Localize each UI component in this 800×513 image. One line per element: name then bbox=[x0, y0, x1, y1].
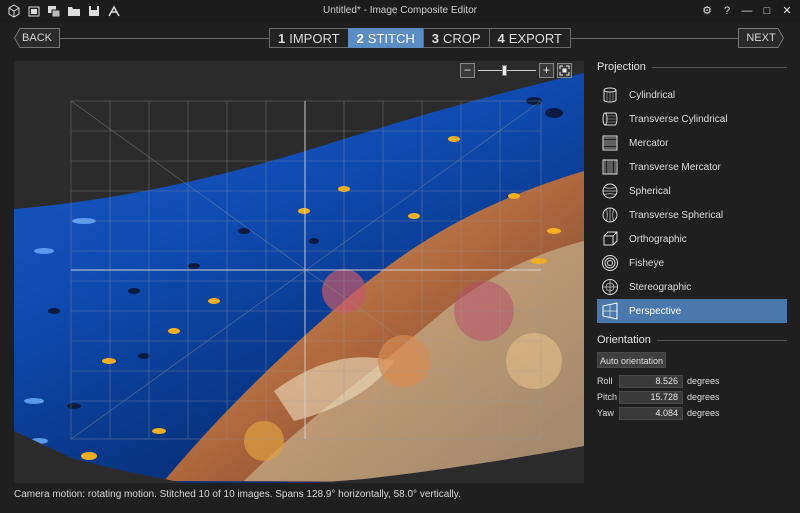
zoom-slider[interactable] bbox=[478, 63, 536, 78]
orientation-title: Orientation bbox=[597, 334, 651, 346]
header-divider bbox=[651, 66, 787, 68]
zoom-controls: − + bbox=[460, 63, 572, 78]
mercator-icon bbox=[602, 135, 618, 151]
roll-row: Roll 8.526 degrees bbox=[597, 374, 720, 388]
orientation-section: Orientation bbox=[597, 334, 787, 346]
next-label: NEXT bbox=[746, 32, 776, 44]
pitch-row: Pitch 15.728 degrees bbox=[597, 390, 720, 404]
fisheye-icon bbox=[602, 255, 618, 271]
window-title: Untitled* - Image Composite Editor bbox=[323, 5, 477, 16]
back-label: BACK bbox=[22, 32, 52, 44]
projection-item-transverse-spherical[interactable]: Transverse Spherical bbox=[597, 203, 787, 227]
orientation-header: Orientation bbox=[597, 334, 787, 346]
transverse-mercator-icon bbox=[602, 159, 618, 175]
roll-input[interactable]: 8.526 bbox=[619, 374, 683, 388]
yaw-label: Yaw bbox=[597, 408, 614, 418]
status-text: Camera motion: rotating motion. Stitched… bbox=[14, 489, 461, 500]
maximize-button[interactable]: □ bbox=[760, 3, 774, 19]
minimize-button[interactable]: — bbox=[740, 3, 754, 19]
window-controls: ⚙ ? — □ ✕ bbox=[700, 3, 794, 19]
pitch-input[interactable]: 15.728 bbox=[619, 390, 683, 404]
orientation-divider bbox=[656, 339, 787, 341]
auto-orientation-button[interactable]: Auto orientation bbox=[597, 352, 666, 368]
projection-item-cylindrical[interactable]: Cylindrical bbox=[597, 83, 787, 107]
yaw-unit: degrees bbox=[687, 408, 720, 418]
roll-unit: degrees bbox=[687, 376, 720, 386]
spherical-icon bbox=[602, 183, 618, 199]
projection-list: Cylindrical Transverse Cylindrical Merca… bbox=[597, 83, 787, 323]
yaw-row: Yaw 4.084 degrees bbox=[597, 406, 720, 420]
zoom-thumb[interactable] bbox=[501, 65, 507, 76]
pitch-label: Pitch bbox=[597, 392, 618, 402]
projection-item-transverse-cylindrical[interactable]: Transverse Cylindrical bbox=[597, 107, 787, 131]
step-crop[interactable]: 3 CROP bbox=[422, 28, 490, 48]
fit-to-window-icon[interactable] bbox=[557, 63, 572, 78]
panorama-image bbox=[14, 73, 584, 483]
step-import[interactable]: 1 IMPORT bbox=[269, 28, 349, 48]
cylindrical-icon bbox=[603, 87, 617, 103]
step-tabs: 1 IMPORT 2 STITCH 3 CROP 4 EXPORT bbox=[269, 28, 571, 48]
panorama-canvas[interactable] bbox=[14, 61, 584, 483]
stereographic-icon bbox=[602, 279, 618, 295]
back-button[interactable]: BACK bbox=[14, 28, 60, 48]
wizard-nav: BACK 1 IMPORT 2 STITCH 3 CROP 4 EXPORT NEXT bbox=[0, 22, 800, 55]
projection-item-mercator[interactable]: Mercator bbox=[597, 131, 787, 155]
projection-item-transverse-mercator[interactable]: Transverse Mercator bbox=[597, 155, 787, 179]
projection-item-spherical[interactable]: Spherical bbox=[597, 179, 787, 203]
step-export[interactable]: 4 EXPORT bbox=[488, 28, 571, 48]
zoom-track bbox=[478, 70, 536, 71]
projection-item-perspective[interactable]: Perspective bbox=[597, 299, 787, 323]
step-stitch[interactable]: 2 STITCH bbox=[347, 28, 424, 48]
projection-header: Projection bbox=[597, 61, 787, 73]
transverse-spherical-icon bbox=[602, 207, 618, 223]
title-bar: Untitled* - Image Composite Editor ⚙ ? —… bbox=[0, 0, 800, 22]
projection-item-orthographic[interactable]: Orthographic bbox=[597, 227, 787, 251]
orthographic-icon bbox=[603, 231, 618, 246]
yaw-input[interactable]: 4.084 bbox=[619, 406, 683, 420]
close-button[interactable]: ✕ bbox=[780, 3, 794, 19]
projection-panel: Projection Cylindrical Transverse Cylind… bbox=[597, 61, 787, 323]
projection-title: Projection bbox=[597, 61, 646, 73]
projection-item-fisheye[interactable]: Fisheye bbox=[597, 251, 787, 275]
perspective-icon bbox=[602, 302, 618, 320]
settings-icon[interactable]: ⚙ bbox=[700, 3, 714, 19]
roll-label: Roll bbox=[597, 376, 613, 386]
pitch-unit: degrees bbox=[687, 392, 720, 402]
zoom-out-button[interactable]: − bbox=[460, 63, 475, 78]
next-button[interactable]: NEXT bbox=[738, 28, 784, 48]
help-icon[interactable]: ? bbox=[720, 3, 734, 19]
projection-item-stereographic[interactable]: Stereographic bbox=[597, 275, 787, 299]
zoom-in-button[interactable]: + bbox=[539, 63, 554, 78]
transverse-cylindrical-icon bbox=[602, 112, 618, 126]
